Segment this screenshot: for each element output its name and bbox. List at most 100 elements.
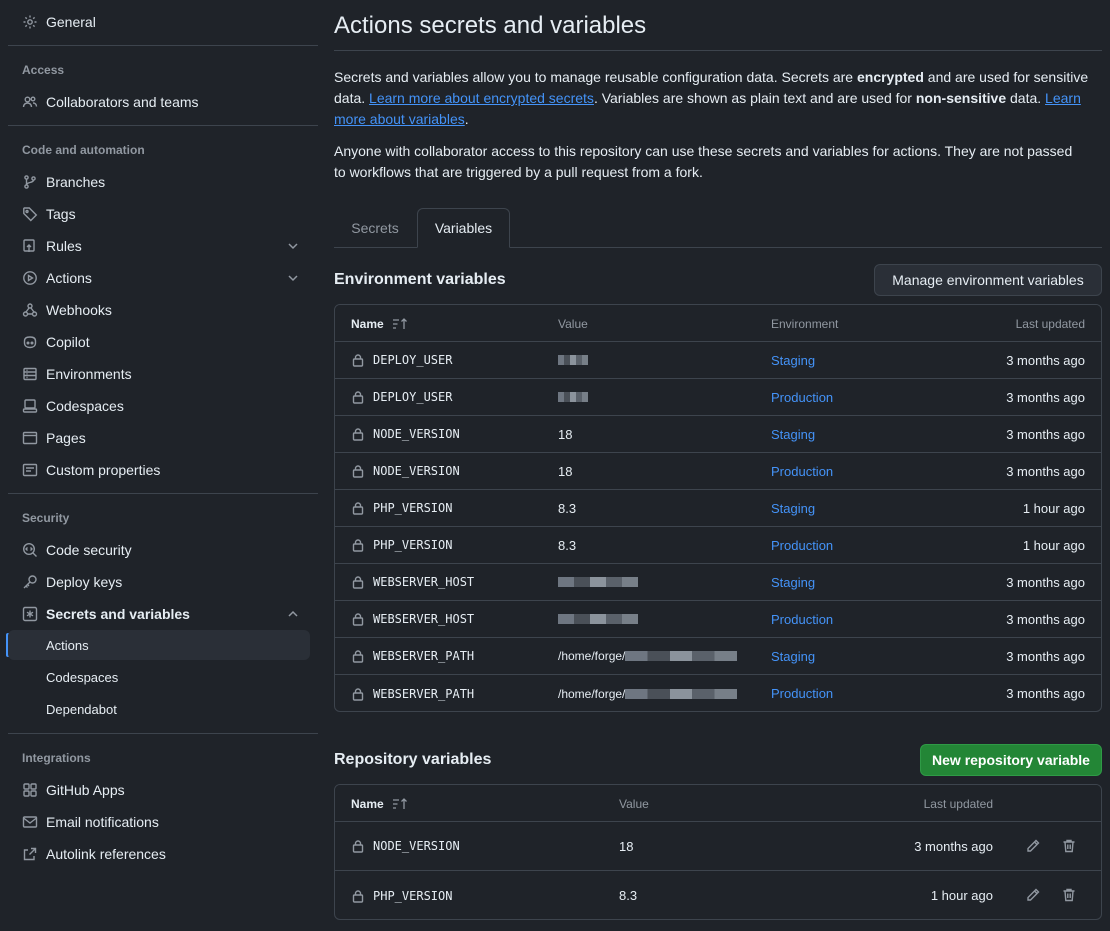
variable-name-cell: NODE_VERSION [351, 416, 460, 452]
sidebar-item-copilot[interactable]: Copilot [8, 326, 310, 358]
mail-icon [22, 814, 38, 830]
environment-link[interactable]: Production [771, 453, 833, 489]
environment-link[interactable]: Staging [771, 638, 815, 674]
column-name[interactable]: Name [351, 305, 408, 342]
sidebar-item-general[interactable]: General [8, 6, 310, 38]
sidebar-item-actions[interactable]: Actions [8, 262, 310, 294]
last-updated: 1 hour ago [930, 888, 993, 903]
sidebar-item-codespaces[interactable]: Codespaces [8, 390, 310, 422]
column-name-label: Name [351, 796, 384, 811]
env-variables-table: Name Value Environment Last updated DEPL… [334, 304, 1102, 712]
sidebar-item-label: Codespaces [46, 398, 124, 414]
sidebar-item-label: Secrets and variables [46, 606, 190, 622]
sidebar-item-collaborators[interactable]: Collaborators and teams [8, 86, 310, 118]
intro-paragraph: Secrets and variables allow you to manag… [334, 67, 1104, 130]
sidebar-divider [8, 125, 318, 126]
sidebar-section-integrations: Integrations [22, 751, 91, 765]
environment-link[interactable]: Staging [771, 342, 815, 378]
pencil-icon[interactable] [1025, 887, 1041, 903]
sidebar-item-autolink-references[interactable]: Autolink references [8, 838, 310, 870]
column-last-updated: Last updated [1015, 316, 1085, 331]
tab-variables[interactable]: Variables [417, 208, 510, 248]
server-icon [22, 366, 38, 382]
sidebar-item-deploy-keys[interactable]: Deploy keys [8, 566, 310, 598]
codespaces-icon [22, 398, 38, 414]
sidebar-item-secrets-variables[interactable]: Secrets and variables [8, 598, 310, 630]
environment-link[interactable]: Production [771, 527, 833, 563]
chevron-down-icon[interactable] [286, 239, 300, 253]
variable-name-cell: WEBSERVER_PATH [351, 675, 474, 711]
column-name[interactable]: Name [351, 785, 408, 822]
redacted-value [558, 614, 638, 624]
variable-name: PHP_VERSION [373, 888, 453, 903]
sidebar-item-pages[interactable]: Pages [8, 422, 310, 454]
environment-link[interactable]: Production [771, 675, 833, 711]
sidebar-item-label: Email notifications [46, 814, 159, 830]
sidebar-item-label: Deploy keys [46, 574, 123, 590]
lock-icon [352, 889, 364, 903]
environment-link[interactable]: Staging [771, 490, 815, 526]
last-updated: 3 months ago [1006, 463, 1085, 479]
sort-asc-icon[interactable] [392, 317, 408, 331]
apps-icon [22, 782, 38, 798]
sidebar-item-label: Actions [46, 270, 92, 286]
environment-link[interactable]: Production [771, 379, 833, 415]
environment-link[interactable]: Staging [771, 564, 815, 600]
sidebar-item-label: Custom properties [46, 462, 161, 478]
people-icon [22, 94, 38, 110]
redacted-value [558, 355, 588, 365]
access-note: Anyone with collaborator access to this … [334, 143, 1073, 180]
manage-environment-variables-button[interactable]: Manage environment variables [874, 264, 1102, 296]
lock-icon [352, 576, 364, 589]
tab-secrets[interactable]: Secrets [334, 208, 416, 248]
webhook-icon [22, 302, 38, 318]
variable-name-cell: PHP_VERSION [351, 490, 452, 526]
variable-name: WEBSERVER_HOST [373, 612, 475, 626]
trash-icon[interactable] [1061, 838, 1077, 854]
sidebar-item-rules[interactable]: Rules [8, 230, 310, 262]
sidebar-subitem-dependabot[interactable]: Dependabot [8, 694, 310, 724]
sidebar-item-environments[interactable]: Environments [8, 358, 310, 390]
variable-value-cell [558, 564, 638, 600]
lock-icon [352, 391, 364, 404]
sort-asc-icon[interactable] [392, 797, 408, 811]
variable-name-cell: WEBSERVER_HOST [351, 564, 474, 600]
sidebar-subitem-actions[interactable]: Actions [8, 630, 310, 660]
sidebar-divider [8, 493, 318, 494]
sidebar-item-github-apps[interactable]: GitHub Apps [8, 774, 310, 806]
sidebar-item-label: General [46, 14, 96, 30]
sidebar-item-webhooks[interactable]: Webhooks [8, 294, 310, 326]
pencil-icon[interactable] [1025, 838, 1041, 854]
sidebar-item-custom-properties[interactable]: Custom properties [8, 454, 310, 486]
last-updated: 1 hour ago [1022, 500, 1085, 516]
environment-link[interactable]: Staging [771, 416, 815, 452]
variable-value-cell: /home/forge/ [558, 675, 738, 711]
new-repository-variable-button[interactable]: New repository variable [920, 744, 1102, 776]
column-value: Value [619, 796, 649, 811]
sidebar-subitem-codespaces[interactable]: Codespaces [8, 662, 310, 692]
sidebar-item-label: Webhooks [46, 302, 112, 318]
variable-name-cell: WEBSERVER_PATH [351, 638, 474, 674]
table-row: WEBSERVER_PATH /home/forge/ Staging 3 mo… [335, 638, 1101, 675]
repo-push-icon [22, 238, 38, 254]
sidebar-item-tags[interactable]: Tags [8, 198, 310, 230]
lock-icon [352, 354, 364, 367]
trash-icon[interactable] [1061, 887, 1077, 903]
sidebar-item-branches[interactable]: Branches [8, 166, 310, 198]
sidebar-item-code-security[interactable]: Code security [8, 534, 310, 566]
table-row: DEPLOY_USER Production 3 months ago [335, 379, 1101, 416]
codescan-icon [22, 542, 38, 558]
chevron-up-icon[interactable] [286, 607, 300, 621]
last-updated: 3 months ago [1006, 574, 1085, 590]
learn-encrypted-secrets-link[interactable]: Learn more about encrypted secrets [369, 90, 594, 106]
sidebar-item-label: Branches [46, 174, 106, 190]
sidebar-item-label: Tags [46, 206, 76, 222]
chevron-down-icon[interactable] [286, 271, 300, 285]
table-row: NODE_VERSION 18 3 months ago [335, 822, 1101, 871]
sidebar-item-email-notifications[interactable]: Email notifications [8, 806, 310, 838]
environment-link[interactable]: Production [771, 601, 833, 637]
variable-name-cell: NODE_VERSION [351, 453, 460, 489]
redacted-value [558, 392, 588, 402]
variable-name: DEPLOY_USER [373, 353, 453, 367]
play-icon [22, 270, 38, 286]
